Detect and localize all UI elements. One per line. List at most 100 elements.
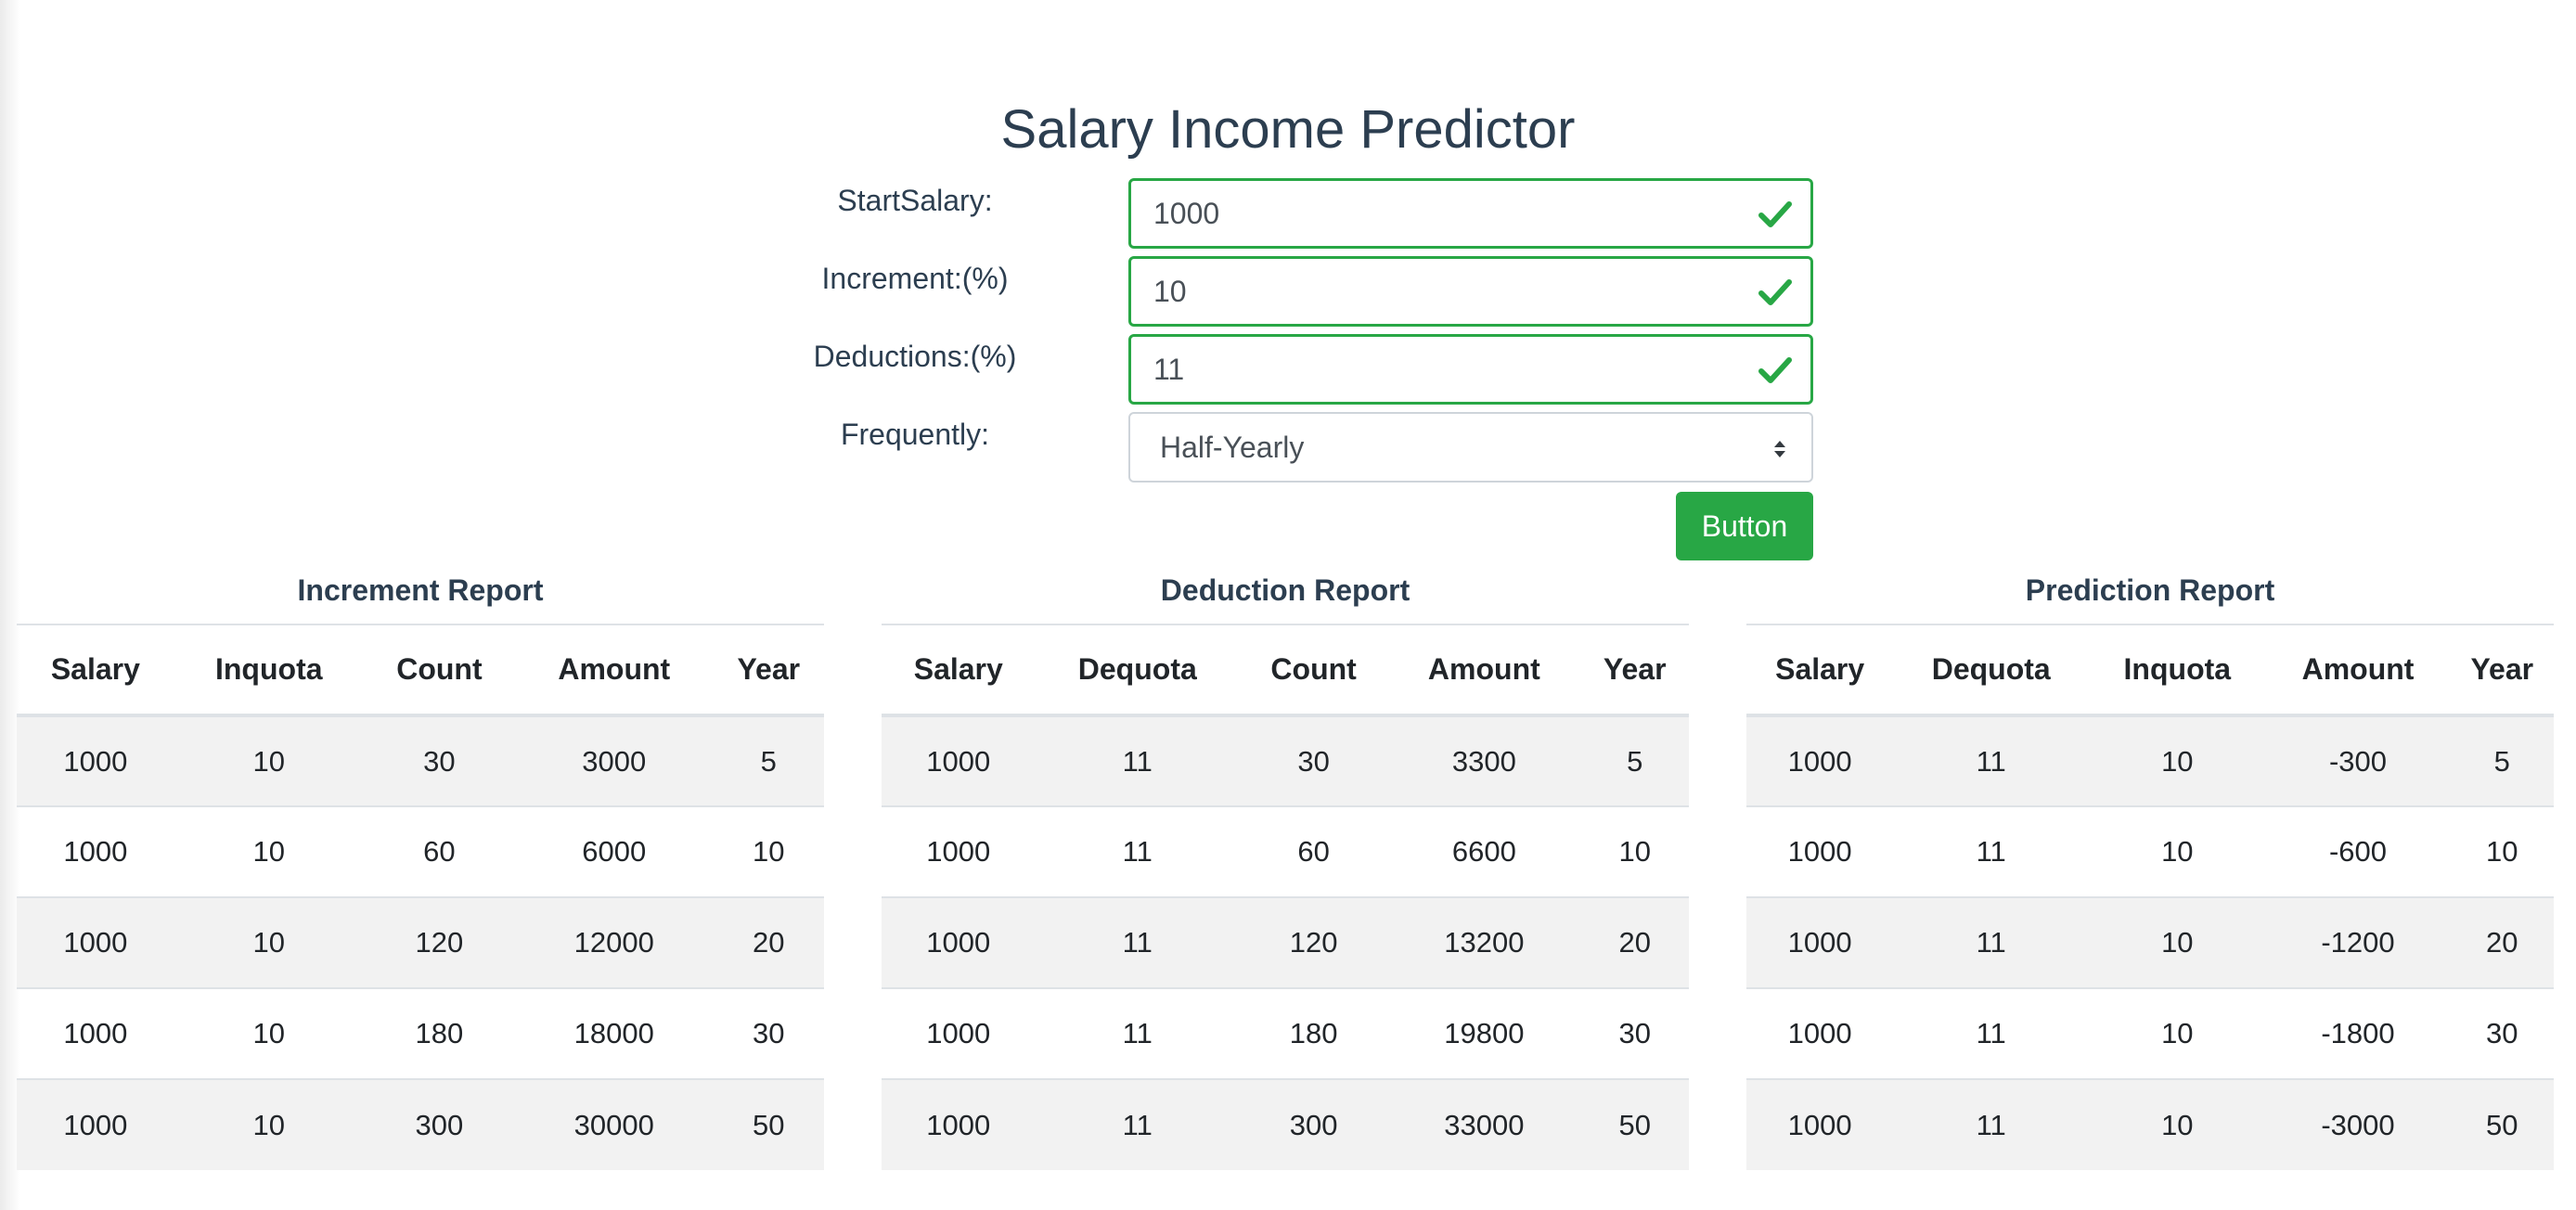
- table-cell: 11: [1893, 1078, 2090, 1170]
- table-cell: 60: [363, 805, 516, 897]
- column-header: Dequota: [1035, 624, 1241, 717]
- page: Salary Income Predictor StartSalary: 100…: [0, 0, 2576, 1210]
- table-cell: 11: [1035, 1078, 1241, 1170]
- table-cell: 10: [174, 1078, 364, 1170]
- check-icon: [1758, 279, 1792, 305]
- column-header: Inquota: [174, 624, 364, 717]
- table-cell: 1000: [1746, 805, 1894, 897]
- table-row: 1000 10 30 3000 5: [17, 714, 824, 806]
- column-header: Salary: [17, 624, 174, 717]
- table-header-row: Salary Dequota Inquota Amount Year: [1746, 624, 2554, 717]
- table-cell: 20: [1580, 896, 1689, 988]
- table-cell: 10: [174, 896, 364, 988]
- table-cell: 120: [1240, 896, 1388, 988]
- table-cell: 10: [2089, 714, 2266, 806]
- table-cell: 30: [1580, 987, 1689, 1079]
- table-cell: 50: [713, 1078, 824, 1170]
- table-row: 1000 11 300 33000 50: [882, 1078, 1689, 1170]
- table-cell: 10: [1580, 805, 1689, 897]
- table-cell: 11: [1035, 896, 1241, 988]
- table-row: 1000 11 60 6600 10: [882, 805, 1689, 897]
- table-cell: 13200: [1387, 896, 1581, 988]
- table-row: 1000 11 180 19800 30: [882, 987, 1689, 1079]
- table-cell: 30000: [515, 1078, 714, 1170]
- column-header: Amount: [2265, 624, 2451, 717]
- column-header: Count: [1240, 624, 1388, 717]
- table-cell: 1000: [882, 896, 1036, 988]
- table-cell: 10: [713, 805, 824, 897]
- frequently-label: Frequently:: [840, 418, 990, 451]
- select-caret-icon: [1774, 441, 1785, 457]
- frequently-select[interactable]: Half-Yearly: [1128, 412, 1813, 483]
- deductions-label: Deductions:(%): [813, 340, 1017, 373]
- table-cell: 5: [1580, 714, 1689, 806]
- deduction-report: Deduction Report Salary Dequota Count Am…: [882, 564, 1689, 1170]
- column-header: Year: [1580, 624, 1689, 717]
- table-cell: 19800: [1387, 987, 1581, 1079]
- column-header: Inquota: [2089, 624, 2266, 717]
- column-header: Year: [2450, 624, 2554, 717]
- table-cell: 11: [1035, 805, 1241, 897]
- table-cell: 180: [1240, 987, 1388, 1079]
- deductions-input[interactable]: 11: [1128, 334, 1813, 405]
- table-row: 1000 11 10 -3000 50: [1746, 1078, 2554, 1170]
- frequently-value: Half-Yearly: [1160, 431, 1305, 464]
- start-salary-row: StartSalary: 1000: [0, 178, 2576, 249]
- table-header-row: Salary Dequota Count Amount Year: [882, 624, 1689, 717]
- increment-report: Increment Report Salary Inquota Count Am…: [17, 564, 824, 1170]
- deductions-value: 11: [1153, 353, 1185, 386]
- table-row: 1000 10 120 12000 20: [17, 896, 824, 988]
- table-row: 1000 11 10 -1800 30: [1746, 987, 2554, 1079]
- table-row: 1000 11 30 3300 5: [882, 714, 1689, 806]
- column-header: Salary: [882, 624, 1036, 717]
- table-row: 1000 10 60 6000 10: [17, 805, 824, 897]
- start-salary-input[interactable]: 1000: [1128, 178, 1813, 249]
- table-header-row: Salary Inquota Count Amount Year: [17, 624, 824, 717]
- table-row: 1000 11 10 -1200 20: [1746, 896, 2554, 988]
- table-cell: 50: [2450, 1078, 2554, 1170]
- table-cell: 1000: [1746, 714, 1894, 806]
- table-cell: 6600: [1387, 805, 1581, 897]
- check-icon: [1758, 357, 1792, 383]
- table-cell: 10: [174, 987, 364, 1079]
- table-cell: -1800: [2265, 987, 2451, 1079]
- table-cell: 11: [1893, 896, 2090, 988]
- deductions-row: Deductions:(%) 11: [0, 334, 2576, 405]
- table-row: 1000 11 120 13200 20: [882, 896, 1689, 988]
- table-cell: 1000: [882, 805, 1036, 897]
- table-cell: 12000: [515, 896, 714, 988]
- column-header: Amount: [1387, 624, 1581, 717]
- table-row: 1000 11 10 -600 10: [1746, 805, 2554, 897]
- table-cell: 20: [713, 896, 824, 988]
- table-cell: 6000: [515, 805, 714, 897]
- table-cell: 3000: [515, 714, 714, 806]
- table-cell: -3000: [2265, 1078, 2451, 1170]
- submit-button[interactable]: Button: [1676, 492, 1813, 560]
- table-cell: 5: [713, 714, 824, 806]
- table-cell: 10: [2089, 896, 2266, 988]
- table-row: 1000 10 180 18000 30: [17, 987, 824, 1079]
- page-title: Salary Income Predictor: [1000, 99, 1576, 160]
- table-cell: 1000: [17, 805, 174, 897]
- table-row: 1000 11 10 -300 5: [1746, 714, 2554, 806]
- column-header: Dequota: [1893, 624, 2090, 717]
- table-cell: -300: [2265, 714, 2451, 806]
- table-cell: 18000: [515, 987, 714, 1079]
- table-cell: 11: [1035, 714, 1241, 806]
- table-cell: 10: [2450, 805, 2554, 897]
- table-cell: 1000: [17, 987, 174, 1079]
- table-row: 1000 10 300 30000 50: [17, 1078, 824, 1170]
- increment-input[interactable]: 10: [1128, 256, 1813, 327]
- table-cell: 120: [363, 896, 516, 988]
- table-cell: 11: [1893, 987, 2090, 1079]
- column-header: Count: [363, 624, 516, 717]
- table-cell: -1200: [2265, 896, 2451, 988]
- check-icon: [1758, 201, 1792, 227]
- table-cell: 30: [1240, 714, 1388, 806]
- table-cell: 1000: [17, 1078, 174, 1170]
- table-cell: 60: [1240, 805, 1388, 897]
- table-cell: 1000: [1746, 1078, 1894, 1170]
- table-cell: 11: [1893, 805, 2090, 897]
- deduction-report-table: Salary Dequota Count Amount Year 1000 11…: [882, 624, 1689, 1170]
- table-cell: 180: [363, 987, 516, 1079]
